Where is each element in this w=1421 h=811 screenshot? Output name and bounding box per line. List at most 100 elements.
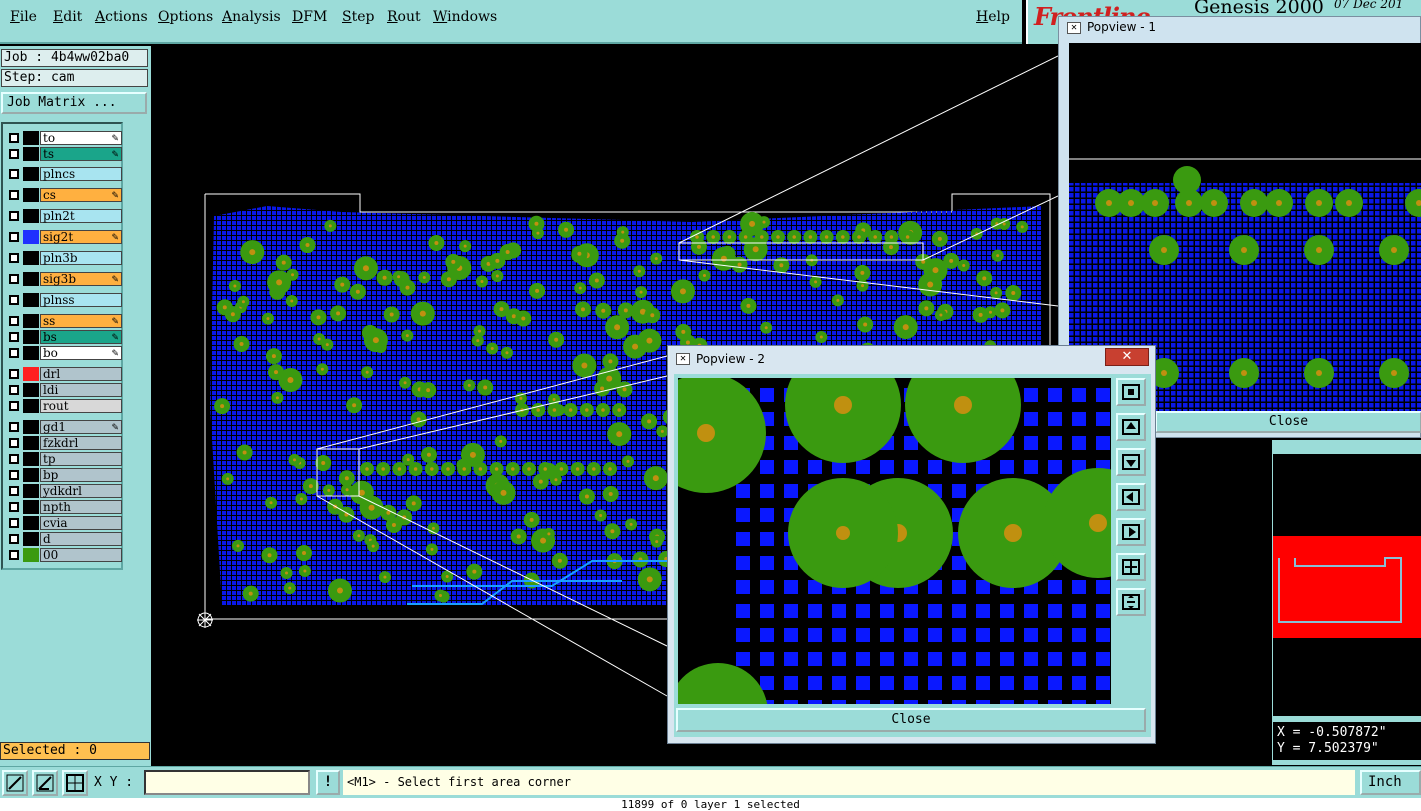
layer-name[interactable]: ldi — [40, 383, 122, 397]
pan-up-icon[interactable] — [1116, 413, 1146, 441]
grid-snap-icon[interactable] — [62, 770, 88, 796]
layer-color-swatch[interactable] — [23, 436, 39, 450]
menu-analysis[interactable]: Analysis — [222, 9, 281, 25]
layer-color-swatch[interactable] — [23, 420, 39, 434]
layer-name[interactable]: cvia — [40, 516, 122, 530]
pan-left-icon[interactable] — [1116, 483, 1146, 511]
layer-name[interactable]: plncs — [40, 167, 122, 181]
layer-row-gd1[interactable]: gd1 ✎ — [5, 420, 122, 434]
layer-name[interactable]: bo ✎ — [40, 346, 122, 360]
layer-row-00[interactable]: 00 — [5, 548, 122, 562]
layer-name[interactable]: npth — [40, 500, 122, 514]
layer-row-sig2t[interactable]: sig2t ✎ — [5, 230, 122, 244]
measure-icon[interactable] — [32, 770, 58, 796]
layer-color-swatch[interactable] — [23, 383, 39, 397]
layer-color-swatch[interactable] — [23, 452, 39, 466]
layer-color-swatch[interactable] — [23, 293, 39, 307]
menu-rout[interactable]: Rout — [387, 9, 421, 25]
zoom-fit-icon[interactable] — [1116, 378, 1146, 406]
menu-actions[interactable]: Actions — [95, 9, 148, 25]
popview-2-close-button[interactable]: Close — [676, 708, 1146, 732]
layer-checkbox[interactable] — [9, 518, 19, 528]
layer-row-bp[interactable]: bp — [5, 468, 122, 482]
zoom-mode-icon[interactable] — [2, 770, 28, 796]
layer-row-fzkdrl[interactable]: fzkdrl — [5, 436, 122, 450]
menu-options[interactable]: Options — [158, 9, 213, 25]
job-matrix-button[interactable]: Job Matrix ... — [1, 92, 147, 114]
xy-coordinate-input[interactable] — [144, 770, 310, 795]
layer-checkbox[interactable] — [9, 454, 19, 464]
layer-checkbox[interactable] — [9, 274, 19, 284]
layer-checkbox[interactable] — [9, 232, 19, 242]
layer-checkbox[interactable] — [9, 316, 19, 326]
layer-row-rout[interactable]: rout — [5, 399, 122, 413]
layer-checkbox[interactable] — [9, 401, 19, 411]
layer-row-ldi[interactable]: ldi — [5, 383, 122, 397]
layer-row-plncs[interactable]: plncs — [5, 167, 122, 181]
layer-name[interactable]: bs ✎ — [40, 330, 122, 344]
pan-right-icon[interactable] — [1116, 518, 1146, 546]
layer-color-swatch[interactable] — [23, 330, 39, 344]
layer-name[interactable]: bp — [40, 468, 122, 482]
layer-color-swatch[interactable] — [23, 548, 39, 562]
layer-checkbox[interactable] — [9, 534, 19, 544]
popview-2-view[interactable] — [678, 378, 1111, 704]
layer-color-swatch[interactable] — [23, 188, 39, 202]
layer-color-swatch[interactable] — [23, 484, 39, 498]
layer-row-drl[interactable]: drl — [5, 367, 122, 381]
layer-checkbox[interactable] — [9, 438, 19, 448]
layer-color-swatch[interactable] — [23, 399, 39, 413]
layer-checkbox[interactable] — [9, 253, 19, 263]
layer-checkbox[interactable] — [9, 369, 19, 379]
layer-row-cs[interactable]: cs ✎ — [5, 188, 122, 202]
layer-name[interactable]: 00 — [40, 548, 122, 562]
layer-row-tp[interactable]: tp — [5, 452, 122, 466]
layer-name[interactable]: fzkdrl — [40, 436, 122, 450]
menu-windows[interactable]: Windows — [433, 9, 497, 25]
units-selector[interactable]: Inch — [1360, 770, 1421, 795]
layer-row-bo[interactable]: bo ✎ — [5, 346, 122, 360]
layer-name[interactable]: ts ✎ — [40, 147, 122, 161]
layer-color-swatch[interactable] — [23, 209, 39, 223]
layer-name[interactable]: sig3b ✎ — [40, 272, 122, 286]
layer-name[interactable]: d — [40, 532, 122, 546]
layer-row-pln3b[interactable]: pln3b — [5, 251, 122, 265]
layer-name[interactable]: to ✎ — [40, 131, 122, 145]
layer-color-swatch[interactable] — [23, 251, 39, 265]
layer-row-cvia[interactable]: cvia — [5, 516, 122, 530]
layer-row-to[interactable]: to ✎ — [5, 131, 122, 145]
layer-name[interactable]: ss ✎ — [40, 314, 122, 328]
warning-icon[interactable]: ! — [316, 770, 340, 795]
layer-row-pln2t[interactable]: pln2t — [5, 209, 122, 223]
layer-name[interactable]: ydkdrl — [40, 484, 122, 498]
zoom-out-icon[interactable] — [1116, 588, 1146, 616]
layer-row-sig3b[interactable]: sig3b ✎ — [5, 272, 122, 286]
layer-name[interactable]: rout — [40, 399, 122, 413]
menu-dfm[interactable]: DFM — [292, 9, 327, 25]
layer-row-npth[interactable]: npth — [5, 500, 122, 514]
layer-row-d[interactable]: d — [5, 532, 122, 546]
layer-name[interactable]: drl — [40, 367, 122, 381]
popview-1-close-button[interactable]: Close — [1155, 411, 1421, 433]
layer-color-swatch[interactable] — [23, 500, 39, 514]
zoom-in-icon[interactable] — [1116, 553, 1146, 581]
layer-color-swatch[interactable] — [23, 314, 39, 328]
menu-file[interactable]: File — [10, 9, 37, 25]
layer-row-ss[interactable]: ss ✎ — [5, 314, 122, 328]
layer-row-plnss[interactable]: plnss — [5, 293, 122, 307]
layer-color-swatch[interactable] — [23, 367, 39, 381]
layer-name[interactable]: sig2t ✎ — [40, 230, 122, 244]
layer-name[interactable]: pln2t — [40, 209, 122, 223]
layer-checkbox[interactable] — [9, 133, 19, 143]
menu-help[interactable]: Help — [976, 9, 1010, 25]
layer-checkbox[interactable] — [9, 149, 19, 159]
layer-checkbox[interactable] — [9, 385, 19, 395]
layer-checkbox[interactable] — [9, 190, 19, 200]
pan-down-icon[interactable] — [1116, 448, 1146, 476]
layer-checkbox[interactable] — [9, 550, 19, 560]
layer-color-swatch[interactable] — [23, 346, 39, 360]
layer-checkbox[interactable] — [9, 502, 19, 512]
layer-color-swatch[interactable] — [23, 147, 39, 161]
layer-checkbox[interactable] — [9, 169, 19, 179]
layer-color-swatch[interactable] — [23, 272, 39, 286]
